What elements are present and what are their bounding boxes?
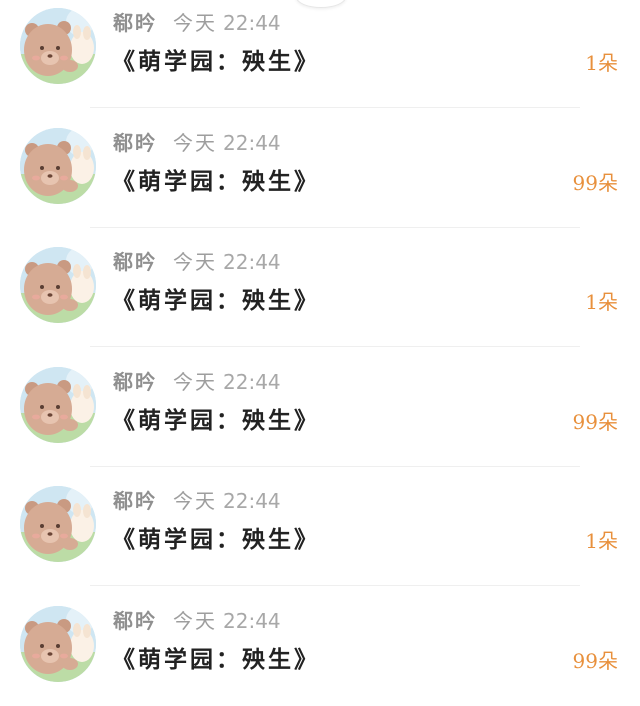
flower-count: 99朵 xyxy=(572,649,618,673)
message-date: 今天 xyxy=(173,250,217,274)
message-meta: 郗昑 今天 22:44 xyxy=(113,606,281,636)
flower-count: 99朵 xyxy=(572,171,618,195)
list-item[interactable]: 郗昑 今天 22:44 《萌学园：殃生》 99朵 xyxy=(0,586,640,706)
sender-name: 郗昑 xyxy=(113,250,157,274)
bear-avatar-icon[interactable] xyxy=(20,128,96,204)
message-meta: 郗昑 今天 22:44 xyxy=(113,128,281,158)
flower-count: 1朵 xyxy=(585,529,618,553)
sender-name: 郗昑 xyxy=(113,370,157,394)
sender-name: 郗昑 xyxy=(113,489,157,513)
message-title: 《萌学园：殃生》 xyxy=(112,526,320,553)
list-item[interactable]: 郗昑 今天 22:44 《萌学园：殃生》 99朵 xyxy=(0,108,640,228)
message-time: 22:44 xyxy=(223,609,281,633)
list-item[interactable]: 郗昑 今天 22:44 《萌学园：殃生》 1朵 xyxy=(0,0,640,108)
message-title: 《萌学园：殃生》 xyxy=(112,48,320,75)
sender-name: 郗昑 xyxy=(113,609,157,633)
flower-count: 99朵 xyxy=(572,410,618,434)
message-list: 郗昑 今天 22:44 《萌学园：殃生》 1朵 郗昑 今天 22:44 《萌学园：殃生》… xyxy=(0,0,640,697)
message-date: 今天 xyxy=(173,609,217,633)
list-item[interactable]: 郗昑 今天 22:44 《萌学园：殃生》 1朵 xyxy=(0,227,640,347)
flower-count: 1朵 xyxy=(585,290,618,314)
message-title: 《萌学园：殃生》 xyxy=(112,646,320,673)
bear-avatar-icon[interactable] xyxy=(20,486,96,562)
bear-avatar-icon[interactable] xyxy=(20,247,96,323)
flower-count: 1朵 xyxy=(585,51,618,75)
message-date: 今天 xyxy=(173,370,217,394)
sender-name: 郗昑 xyxy=(113,11,157,35)
message-meta: 郗昑 今天 22:44 xyxy=(113,247,281,277)
message-time: 22:44 xyxy=(223,131,281,155)
message-date: 今天 xyxy=(173,489,217,513)
bear-avatar-icon[interactable] xyxy=(20,8,96,84)
message-title: 《萌学园：殃生》 xyxy=(112,287,320,314)
bear-avatar-icon[interactable] xyxy=(20,606,96,682)
message-time: 22:44 xyxy=(223,11,281,35)
sender-name: 郗昑 xyxy=(113,131,157,155)
message-date: 今天 xyxy=(173,131,217,155)
message-meta: 郗昑 今天 22:44 xyxy=(113,367,281,397)
message-time: 22:44 xyxy=(223,370,281,394)
bear-avatar-icon[interactable] xyxy=(20,367,96,443)
message-time: 22:44 xyxy=(223,489,281,513)
message-meta: 郗昑 今天 22:44 xyxy=(113,8,281,38)
list-item[interactable]: 郗昑 今天 22:44 《萌学园：殃生》 99朵 xyxy=(0,347,640,467)
message-time: 22:44 xyxy=(223,250,281,274)
message-title: 《萌学园：殃生》 xyxy=(112,168,320,195)
message-date: 今天 xyxy=(173,11,217,35)
message-title: 《萌学园：殃生》 xyxy=(112,407,320,434)
list-item[interactable]: 郗昑 今天 22:44 《萌学园：殃生》 1朵 xyxy=(0,466,640,586)
message-meta: 郗昑 今天 22:44 xyxy=(113,486,281,516)
